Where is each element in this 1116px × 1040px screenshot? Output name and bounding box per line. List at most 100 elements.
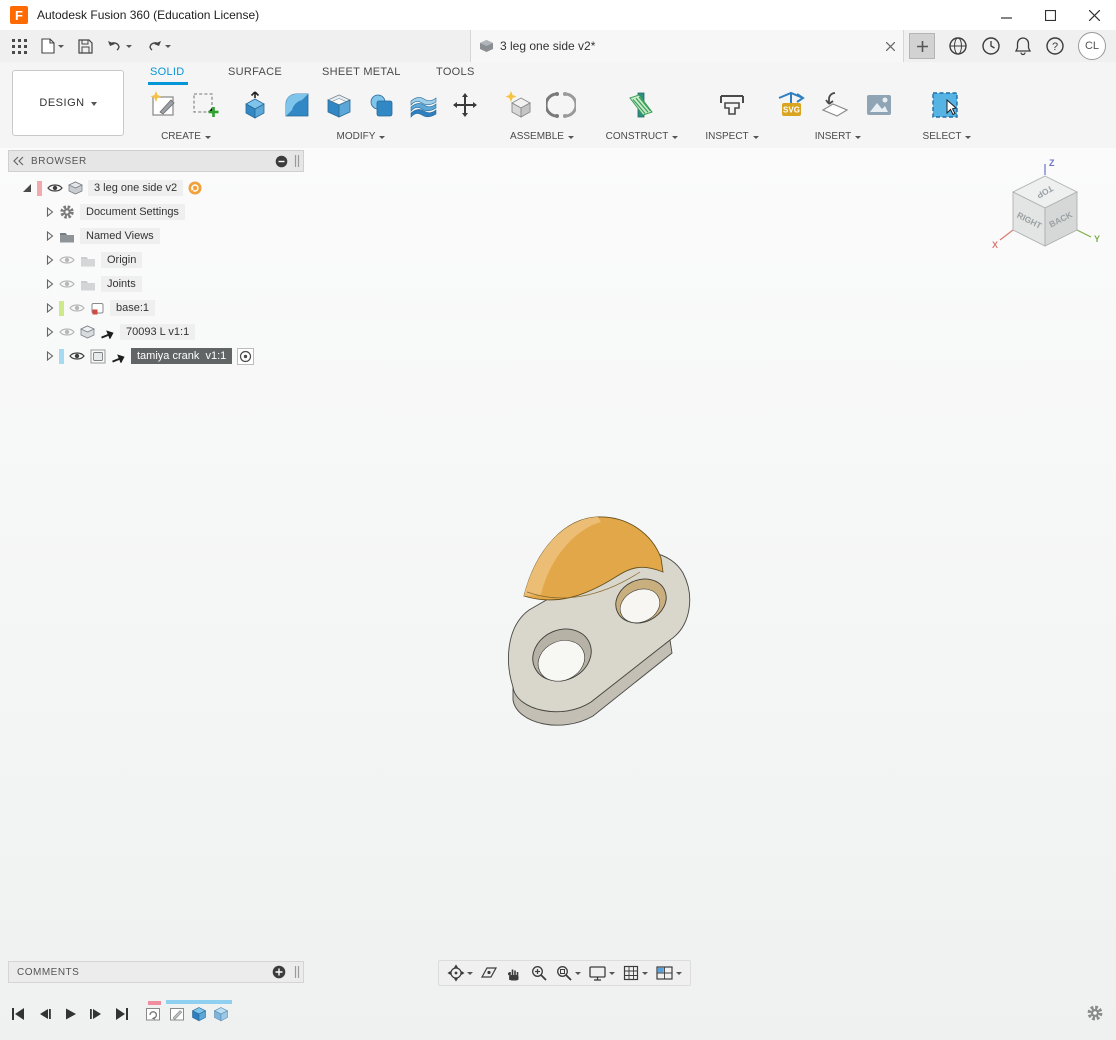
orbit-tool[interactable] bbox=[447, 964, 473, 982]
browser-item-label[interactable]: Document Settings bbox=[80, 204, 185, 220]
browser-item-label[interactable]: base:1 bbox=[110, 300, 155, 316]
view-cube[interactable]: Z X Y TOP RIGHT BACK bbox=[985, 156, 1105, 276]
visibility-eye-off-icon[interactable] bbox=[59, 326, 75, 338]
comments-grip-icon[interactable] bbox=[294, 966, 300, 978]
tab-solid[interactable]: SOLID bbox=[150, 66, 185, 78]
timeline-feature-derive[interactable] bbox=[144, 1005, 162, 1023]
insert-derive-button[interactable] bbox=[816, 86, 854, 124]
browser-row-named-views[interactable]: Named Views bbox=[8, 224, 304, 248]
group-create-label[interactable]: CREATE bbox=[140, 131, 232, 142]
browser-item-label[interactable]: 3 leg one side v2 bbox=[88, 180, 183, 196]
visibility-eye-icon[interactable] bbox=[47, 182, 63, 194]
timeline-selection-bar[interactable] bbox=[166, 1000, 232, 1004]
thicken-button[interactable] bbox=[404, 86, 442, 124]
browser-row-base[interactable]: base:1 bbox=[8, 296, 304, 320]
panel-minimize-icon[interactable] bbox=[275, 155, 288, 168]
group-assemble-label[interactable]: ASSEMBLE bbox=[498, 131, 586, 142]
document-tab-close-icon[interactable] bbox=[886, 42, 895, 51]
browser-row-tamiya-crank[interactable]: tamiya crank v1:1 bbox=[8, 344, 304, 368]
timeline-settings-button[interactable] bbox=[1086, 1004, 1104, 1022]
visibility-eye-off-icon[interactable] bbox=[69, 302, 85, 314]
zoom-tool[interactable] bbox=[530, 964, 548, 982]
help-icon[interactable]: ? bbox=[1045, 36, 1065, 56]
close-button[interactable] bbox=[1072, 0, 1116, 30]
new-tab-button[interactable] bbox=[909, 33, 935, 59]
browser-row-document-settings[interactable]: Document Settings bbox=[8, 200, 304, 224]
visibility-eye-icon[interactable] bbox=[69, 350, 85, 362]
browser-row-70093[interactable]: 70093 L v1:1 bbox=[8, 320, 304, 344]
browser-row-origin[interactable]: Origin bbox=[8, 248, 304, 272]
maximize-button[interactable] bbox=[1028, 0, 1072, 30]
tab-tools[interactable]: TOOLS bbox=[436, 66, 475, 78]
joint-button[interactable] bbox=[542, 86, 580, 124]
browser-item-label[interactable]: Origin bbox=[101, 252, 142, 268]
visibility-eye-off-icon[interactable] bbox=[59, 254, 75, 266]
expand-arrow-icon[interactable] bbox=[46, 279, 54, 289]
browser-item-label[interactable]: 70093 L v1:1 bbox=[120, 324, 195, 340]
combine-button[interactable] bbox=[362, 86, 400, 124]
workspace-selector[interactable]: DESIGN bbox=[12, 70, 124, 136]
tab-surface[interactable]: SURFACE bbox=[228, 66, 282, 78]
expand-arrow-icon[interactable] bbox=[46, 351, 54, 361]
timeline-play-button[interactable] bbox=[60, 1006, 80, 1022]
comments-bar[interactable]: COMMENTS bbox=[8, 961, 304, 983]
document-tab[interactable]: 3 leg one side v2* bbox=[470, 30, 904, 62]
browser-row-root[interactable]: 3 leg one side v2 bbox=[8, 176, 304, 200]
expand-arrow-icon[interactable] bbox=[46, 207, 54, 217]
browser-item-label[interactable]: Named Views bbox=[80, 228, 160, 244]
group-modify-label[interactable]: MODIFY bbox=[236, 131, 486, 142]
fit-tool[interactable] bbox=[555, 964, 581, 982]
fillet-button[interactable] bbox=[278, 86, 316, 124]
job-status-clock-icon[interactable] bbox=[981, 36, 1001, 56]
redo-button[interactable] bbox=[146, 39, 171, 53]
panel-grip-icon[interactable] bbox=[294, 155, 300, 167]
browser-item-label[interactable]: Joints bbox=[101, 276, 142, 292]
app-grid-icon[interactable] bbox=[12, 39, 27, 54]
insert-canvas-button[interactable] bbox=[860, 86, 898, 124]
pan-tool[interactable] bbox=[505, 964, 523, 982]
timeline-feature-extrude[interactable] bbox=[190, 1005, 208, 1023]
group-construct-label[interactable]: CONSTRUCT bbox=[600, 131, 684, 142]
shell-button[interactable] bbox=[320, 86, 358, 124]
browser-row-joints[interactable]: Joints bbox=[8, 272, 304, 296]
create-sketch-button[interactable] bbox=[144, 86, 182, 124]
timeline-step-back-button[interactable] bbox=[34, 1006, 54, 1022]
save-button[interactable] bbox=[78, 39, 93, 54]
look-at-tool[interactable] bbox=[480, 964, 498, 982]
tab-sheet-metal[interactable]: SHEET METAL bbox=[322, 66, 401, 78]
sync-status-icon[interactable] bbox=[188, 181, 202, 195]
timeline-skip-start-button[interactable] bbox=[8, 1006, 28, 1022]
group-inspect-label[interactable]: INSPECT bbox=[694, 131, 770, 142]
browser-item-label[interactable]: tamiya crank v1:1 bbox=[131, 348, 232, 364]
construction-plane-button[interactable] bbox=[622, 86, 660, 124]
root-expand-icon[interactable] bbox=[22, 183, 32, 193]
insert-svg-button[interactable]: SVG bbox=[772, 86, 810, 124]
expand-arrow-icon[interactable] bbox=[46, 327, 54, 337]
file-menu-button[interactable] bbox=[41, 38, 64, 54]
create-derived-sketch-button[interactable] bbox=[186, 86, 224, 124]
expand-arrow-icon[interactable] bbox=[46, 303, 54, 313]
timeline-step-forward-button[interactable] bbox=[86, 1006, 106, 1022]
move-copy-button[interactable] bbox=[446, 86, 484, 124]
measure-button[interactable] bbox=[713, 86, 751, 124]
add-comment-icon[interactable] bbox=[272, 965, 286, 979]
extensions-globe-icon[interactable] bbox=[948, 36, 968, 56]
visibility-eye-off-icon[interactable] bbox=[59, 278, 75, 290]
collapse-panel-icon[interactable] bbox=[13, 156, 25, 166]
timeline-skip-end-button[interactable] bbox=[112, 1006, 132, 1022]
grid-snap-tool[interactable] bbox=[622, 964, 648, 982]
expand-arrow-icon[interactable] bbox=[46, 255, 54, 265]
group-insert-label[interactable]: INSERT bbox=[772, 131, 904, 142]
expand-arrow-icon[interactable] bbox=[46, 231, 54, 241]
user-avatar[interactable]: CL bbox=[1078, 32, 1106, 60]
notifications-bell-icon[interactable] bbox=[1014, 36, 1032, 56]
viewports-tool[interactable] bbox=[655, 964, 682, 982]
activate-component-radio[interactable] bbox=[237, 348, 254, 365]
display-settings-tool[interactable] bbox=[588, 964, 615, 982]
group-select-label[interactable]: SELECT bbox=[912, 131, 982, 142]
new-component-button[interactable] bbox=[500, 86, 538, 124]
undo-button[interactable] bbox=[107, 39, 132, 53]
timeline-feature-extrude-2[interactable] bbox=[212, 1005, 230, 1023]
minimize-button[interactable] bbox=[984, 0, 1028, 30]
select-button[interactable] bbox=[927, 86, 965, 124]
